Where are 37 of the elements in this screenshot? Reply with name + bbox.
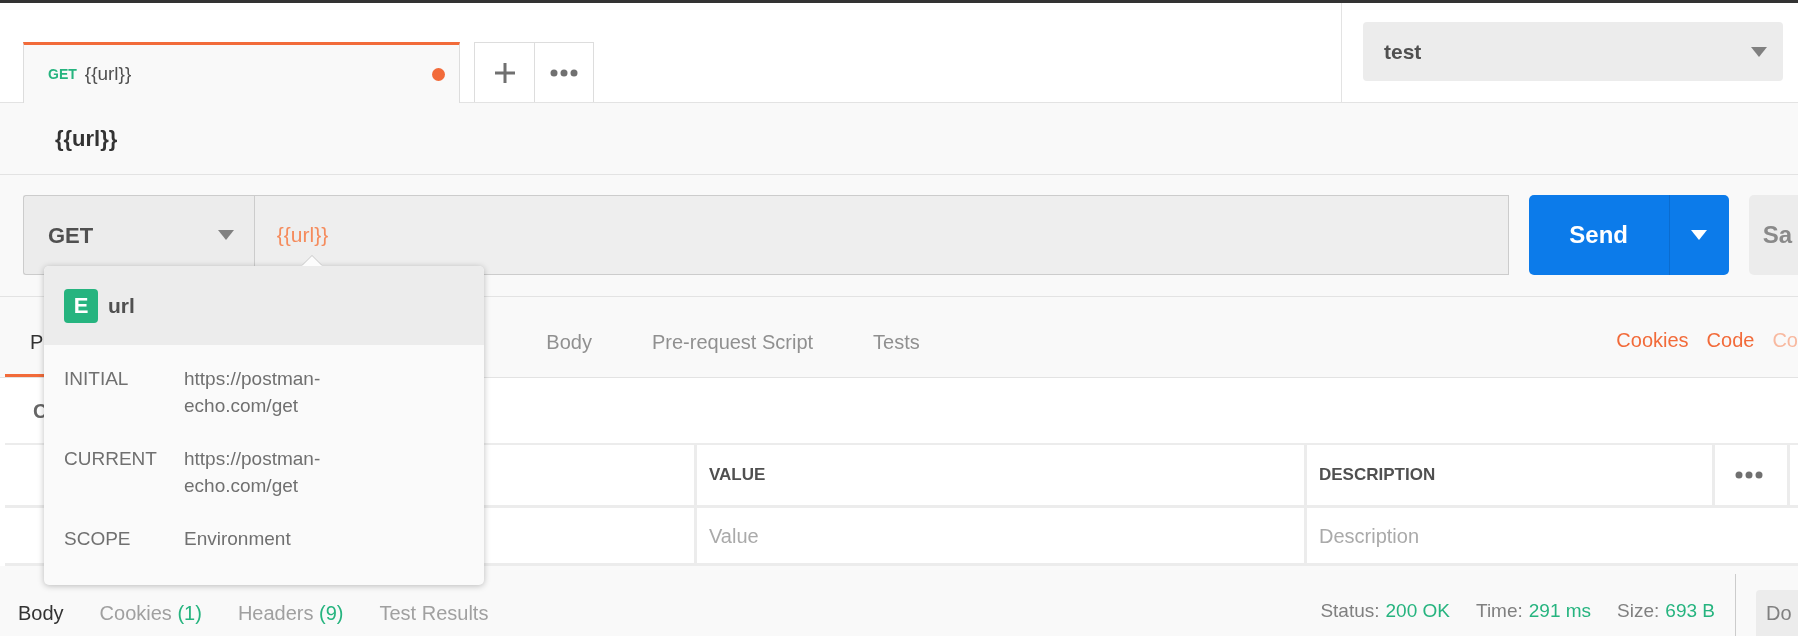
meta-value: 200 OK [1385,599,1450,621]
scope-badge: E [64,288,98,323]
request-tab[interactable]: GET {{url}} [23,42,460,103]
url-field[interactable]: {{url}} [253,195,1509,275]
response-tab[interactable]: Body [18,598,64,628]
column-header: VALUE [697,445,1307,508]
method-label: GET [48,64,77,84]
meta-label: Size: [1617,599,1660,621]
field-value: https://postman-echo.com/get [184,367,322,418]
meta-value: 291 ms [1528,599,1592,621]
field-label: CURRENT [64,447,158,471]
link[interactable]: Code [1706,325,1755,355]
method-dropdown[interactable]: GET [23,195,254,275]
environment-dropdown[interactable]: test [1363,22,1783,81]
save-button[interactable]: Sa [1748,195,1798,275]
download-button[interactable]: Do [1756,590,1798,636]
value-field[interactable]: Value [697,508,1307,566]
field-value: Environment [184,527,292,551]
field-value: https://postman-echo.com/get [184,447,322,498]
meta-label: Time: [1476,599,1523,621]
field-label: SCOPE [64,527,132,551]
request-section-tab[interactable]: Pre-request Script [651,297,814,377]
request-section-tab[interactable]: Tests [873,297,920,377]
meta-label: Status: [1320,599,1380,621]
response-tab[interactable]: Test Results [379,598,489,628]
request-section-tab[interactable]: Body [546,297,592,377]
column-header: DESCRIPTION [1307,445,1715,508]
response-tab[interactable]: Cookies (1) [99,598,202,628]
tab-title: {{url}} [84,61,132,86]
response-tab[interactable]: Headers (9) [237,598,344,628]
link[interactable]: Cookies [1616,325,1689,355]
request-title: {{url}} [55,125,118,153]
field-label: INITIAL [64,367,130,391]
link[interactable]: Co [1772,325,1798,355]
description-field[interactable]: Description [1307,508,1798,566]
meta-value: 693 B [1665,599,1715,621]
variable-name: url [108,292,135,319]
